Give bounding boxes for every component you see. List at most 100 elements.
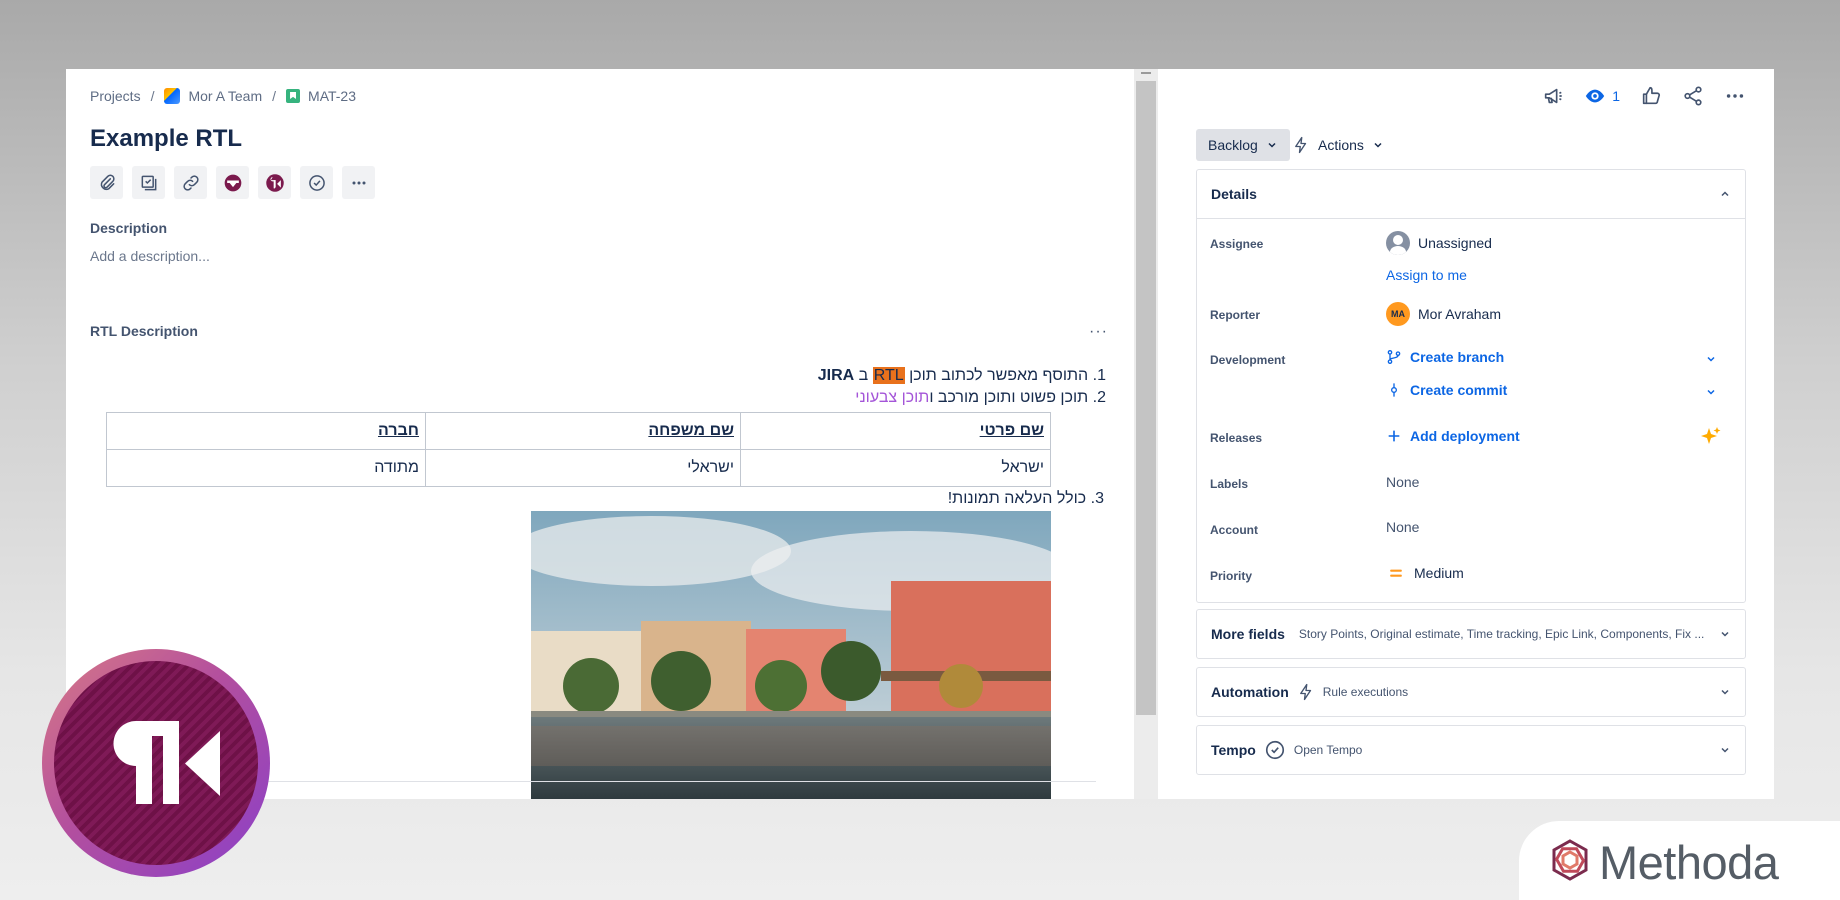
automation-header[interactable]: Automation Rule executions: [1197, 668, 1745, 716]
rtl-text: תוכן פשוט ותוכן מורכב ו: [929, 389, 1089, 406]
content-divider: [196, 781, 1096, 782]
table-row: ישראל ישראלי מתודה: [106, 449, 1051, 487]
embedded-city-photo[interactable]: [531, 511, 1051, 799]
tempo-summary: Open Tempo: [1293, 743, 1363, 757]
automation-panel[interactable]: Automation Rule executions: [1196, 667, 1746, 717]
assignee-name: Unassigned: [1418, 235, 1492, 251]
jira-issue-window: Projects / Mor A Team / MAT-23 Example R…: [66, 69, 1774, 799]
commit-chevron-icon[interactable]: [1705, 386, 1717, 401]
breadcrumb-projects[interactable]: Projects: [90, 88, 141, 104]
rtl-line-2: 2. תוכן פשוט ותוכן מורכב ותוכן צבעוני: [855, 389, 1106, 407]
list-number: 3.: [1090, 490, 1104, 507]
table-header-cell: שם פרטי: [740, 412, 1051, 450]
create-branch-link[interactable]: Create branch: [1386, 349, 1504, 365]
more-fields-summary: Story Points, Original estimate, Time tr…: [1298, 627, 1705, 641]
rtl-logo-inner: [54, 661, 258, 865]
add-deployment-label: Add deployment: [1410, 428, 1520, 444]
tempo-header[interactable]: Tempo Open Tempo: [1197, 726, 1745, 774]
labels-value[interactable]: None: [1386, 474, 1419, 490]
attach-button[interactable]: [90, 166, 123, 199]
releases-label: Releases: [1210, 431, 1263, 445]
share-icon[interactable]: [1682, 85, 1704, 107]
details-body: Assignee Unassigned Assign to me Reporte…: [1197, 218, 1745, 602]
scrollbar-top-marker: [1141, 72, 1151, 74]
thumbs-up-icon[interactable]: [1640, 85, 1662, 107]
rtl-table: שם פרטי שם משפחה חברה ישראל ישראלי מתודה: [106, 412, 1051, 487]
issue-side-pane: 1 Backlog Actions Details Assignee Unass…: [1160, 69, 1774, 799]
table-cell: ישראל: [740, 449, 1051, 487]
description-label: Description: [90, 220, 168, 236]
chevron-down-icon: [1721, 689, 1729, 695]
assign-to-me-link[interactable]: Assign to me: [1386, 267, 1467, 283]
breadcrumb-separator: /: [150, 88, 155, 104]
breadcrumb-project[interactable]: Mor A Team: [188, 88, 262, 104]
rtl-line-1: 1. התוסף מאפשר לכתוב תוכן RTL ב JIRA: [818, 367, 1106, 385]
unassigned-avatar: [1386, 231, 1410, 255]
branch-chevron-icon[interactable]: [1705, 353, 1717, 368]
methoda-wordmark: Methoda: [1599, 836, 1779, 889]
priority-value[interactable]: Medium: [1386, 565, 1464, 581]
rtl-paragraph-icon: [107, 721, 220, 804]
description-placeholder[interactable]: Add a description...: [90, 248, 210, 264]
table-cell: ישראלי: [425, 449, 741, 487]
status-dropdown[interactable]: Backlog: [1196, 129, 1290, 161]
tempo-panel[interactable]: Tempo Open Tempo: [1196, 725, 1746, 775]
story-type-icon: [286, 89, 301, 103]
link-issue-button[interactable]: [174, 166, 207, 199]
table-header-cell: חברה: [106, 412, 426, 450]
table-cell: מתודה: [106, 449, 426, 487]
rtl-description-label: RTL Description: [90, 323, 198, 339]
reporter-value[interactable]: MA Mor Avraham: [1386, 302, 1501, 326]
chevron-down-icon: [1374, 142, 1382, 148]
sparkle-icon[interactable]: [1699, 425, 1723, 449]
add-deployment-link[interactable]: Add deployment: [1386, 428, 1520, 444]
automation-heading: Automation Rule executions: [1211, 683, 1408, 701]
rtl-app-button[interactable]: [258, 166, 291, 199]
check-app-button[interactable]: [300, 166, 333, 199]
branch-icon: [1387, 350, 1401, 364]
actions-label: Actions: [1318, 137, 1364, 153]
chevron-down-icon: [1721, 631, 1729, 637]
create-commit-label: Create commit: [1410, 382, 1508, 398]
list-number: 2.: [1092, 389, 1106, 406]
actions-dropdown[interactable]: Actions: [1280, 129, 1396, 161]
assignee-value[interactable]: Unassigned: [1386, 231, 1492, 255]
breadcrumb-separator: /: [272, 88, 277, 104]
priority-label: Priority: [1210, 569, 1253, 583]
table-header-row: שם פרטי שם משפחה חברה: [106, 412, 1051, 450]
automation-summary: Rule executions: [1322, 685, 1409, 699]
more-fields-header[interactable]: More fields Story Points, Original estima…: [1197, 610, 1745, 658]
more-actions-button[interactable]: [342, 166, 375, 199]
methoda-brand-badge: Methoda: [1519, 821, 1840, 900]
account-value[interactable]: None: [1386, 519, 1419, 535]
plus-icon: [1388, 430, 1400, 442]
chevron-down-icon: [1721, 747, 1729, 753]
list-number: 1.: [1092, 367, 1106, 384]
chevron-down-icon: [1268, 142, 1276, 148]
more-fields-panel[interactable]: More fields Story Points, Original estima…: [1196, 609, 1746, 659]
lightning-icon: [1295, 136, 1307, 154]
details-header[interactable]: Details: [1197, 170, 1745, 218]
issue-top-actions: 1: [1542, 85, 1746, 107]
check-circle-icon: [1265, 740, 1284, 760]
issue-toolbar: [90, 166, 375, 199]
rtl-description-more-button[interactable]: ···: [1089, 323, 1108, 341]
project-avatar-icon: [164, 88, 181, 104]
colored-text: תוכן צבעוני: [855, 389, 930, 406]
breadcrumb-issue-key[interactable]: MAT-23: [308, 88, 356, 104]
issue-title[interactable]: Example RTL: [90, 125, 242, 153]
app-logo-icon: [224, 174, 241, 191]
scrollbar-thumb[interactable]: [1136, 81, 1156, 715]
link-icon: [182, 174, 199, 191]
tempo-heading: Tempo Open Tempo: [1211, 739, 1362, 761]
rtl-text: כולל העלאה תמונות!: [947, 490, 1087, 507]
create-commit-link[interactable]: Create commit: [1386, 382, 1507, 398]
megaphone-icon[interactable]: [1542, 85, 1564, 107]
app-button-1[interactable]: [216, 166, 249, 199]
ellipsis-icon[interactable]: [1724, 85, 1746, 107]
watch-count: 1: [1612, 88, 1620, 104]
assignee-label: Assignee: [1210, 237, 1264, 251]
add-child-issue-button[interactable]: [132, 166, 165, 199]
watch-button[interactable]: 1: [1584, 85, 1620, 107]
eye-icon: [1586, 89, 1605, 103]
